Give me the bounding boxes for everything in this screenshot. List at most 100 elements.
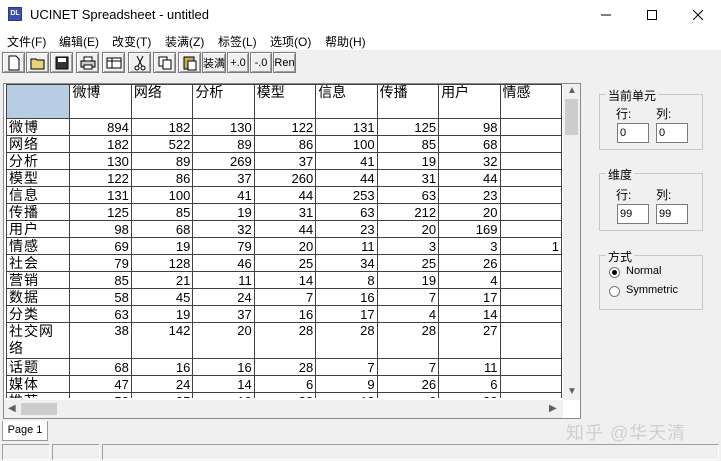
- row-header[interactable]: 分类: [5, 305, 71, 323]
- data-cell[interactable]: 11: [438, 358, 501, 376]
- menu-transform[interactable]: 改变(T): [112, 33, 151, 50]
- current-col-field[interactable]: 0: [656, 123, 688, 143]
- data-cell[interactable]: 41: [315, 152, 378, 170]
- data-cell[interactable]: 32: [438, 392, 501, 398]
- menu-edit[interactable]: 编辑(E): [59, 33, 99, 50]
- data-cell[interactable]: 10: [192, 392, 255, 398]
- data-cell[interactable]: 894: [69, 118, 132, 136]
- data-cell[interactable]: 8: [315, 271, 378, 289]
- data-cell[interactable]: 142: [130, 322, 194, 359]
- row-header[interactable]: 信息: [5, 186, 71, 204]
- data-cell[interactable]: 16: [315, 288, 378, 306]
- data-cell[interactable]: 21: [130, 271, 194, 289]
- data-cell[interactable]: 17: [315, 305, 378, 323]
- data-cell[interactable]: 4: [438, 271, 501, 289]
- scroll-up-icon[interactable]: ▲: [567, 85, 577, 96]
- data-cell[interactable]: 26: [376, 375, 440, 393]
- data-cell[interactable]: 122: [69, 169, 132, 187]
- data-cell[interactable]: [499, 254, 562, 272]
- open-button[interactable]: [26, 52, 49, 73]
- data-cell[interactable]: 212: [376, 203, 440, 221]
- data-cell[interactable]: 19: [376, 271, 440, 289]
- data-cell[interactable]: 34: [315, 254, 378, 272]
- data-cell[interactable]: 7: [315, 358, 378, 376]
- data-cell[interactable]: 182: [69, 135, 132, 153]
- data-cell[interactable]: 125: [376, 118, 440, 136]
- row-header[interactable]: 营销: [5, 271, 71, 289]
- data-cell[interactable]: 11: [315, 237, 378, 255]
- data-cell[interactable]: 25: [253, 254, 317, 272]
- menu-labels[interactable]: 标签(L): [218, 33, 257, 50]
- row-header[interactable]: 用户: [5, 220, 71, 238]
- data-cell[interactable]: 25: [376, 254, 440, 272]
- close-button[interactable]: [675, 0, 721, 30]
- row-header[interactable]: 话题: [5, 358, 71, 376]
- data-cell[interactable]: 23: [315, 220, 378, 238]
- data-cell[interactable]: 7: [376, 288, 440, 306]
- data-cell[interactable]: 44: [253, 220, 317, 238]
- normal-label[interactable]: Normal: [626, 265, 661, 277]
- horizontal-scroll-thumb[interactable]: [21, 403, 57, 415]
- data-cell[interactable]: 16: [253, 305, 317, 323]
- copy-button[interactable]: [153, 52, 176, 73]
- data-cell[interactable]: 86: [130, 169, 194, 187]
- data-cell[interactable]: 130: [69, 152, 132, 170]
- dimensions-row-field[interactable]: 99: [617, 204, 649, 224]
- data-cell[interactable]: 44: [438, 169, 501, 187]
- row-header[interactable]: 传播: [5, 203, 71, 221]
- data-cell[interactable]: 14: [192, 375, 255, 393]
- row-header[interactable]: 微博: [5, 118, 71, 136]
- data-cell[interactable]: 130: [192, 118, 255, 136]
- data-cell[interactable]: 128: [130, 254, 194, 272]
- data-cell[interactable]: 79: [69, 254, 132, 272]
- scroll-right-icon[interactable]: ▶: [549, 403, 557, 414]
- data-cell[interactable]: 24: [192, 288, 255, 306]
- data-cell[interactable]: 46: [192, 254, 255, 272]
- data-cell[interactable]: 20: [253, 237, 317, 255]
- data-cell[interactable]: 98: [69, 220, 132, 238]
- data-cell[interactable]: [499, 118, 562, 136]
- horizontal-scrollbar[interactable]: ◀ ▶: [4, 400, 563, 418]
- data-cell[interactable]: 11: [192, 271, 255, 289]
- menu-fill[interactable]: 装满(Z): [165, 33, 204, 50]
- data-cell[interactable]: 24: [130, 375, 194, 393]
- data-cell[interactable]: 14: [438, 305, 501, 323]
- data-cell[interactable]: 253: [315, 186, 378, 204]
- data-cell[interactable]: 20: [192, 322, 255, 359]
- data-cell[interactable]: 68: [69, 358, 132, 376]
- data-cell[interactable]: 131: [69, 186, 132, 204]
- data-cell[interactable]: 9: [315, 375, 378, 393]
- data-cell[interactable]: 85: [130, 203, 194, 221]
- data-cell[interactable]: 182: [130, 118, 194, 136]
- data-cell[interactable]: 63: [69, 305, 132, 323]
- data-cell[interactable]: 169: [438, 220, 501, 238]
- data-cell[interactable]: 35: [130, 392, 194, 398]
- fill-button[interactable]: 装满: [202, 52, 226, 73]
- data-cell[interactable]: 1: [499, 237, 562, 255]
- column-header[interactable]: 传播: [376, 84, 440, 119]
- data-cell[interactable]: 69: [69, 237, 132, 255]
- data-cell[interactable]: 14: [253, 271, 317, 289]
- grid-view-button[interactable]: [102, 52, 125, 73]
- data-cell[interactable]: 98: [438, 118, 501, 136]
- data-cell[interactable]: 23: [438, 186, 501, 204]
- row-header[interactable]: 网络: [5, 135, 71, 153]
- row-header[interactable]: 数据: [5, 288, 71, 306]
- data-cell[interactable]: 44: [315, 169, 378, 187]
- menu-file[interactable]: 文件(F): [7, 33, 46, 50]
- data-cell[interactable]: 19: [130, 305, 194, 323]
- data-cell[interactable]: 33: [253, 392, 317, 398]
- rename-button[interactable]: Ren: [273, 52, 296, 73]
- symmetric-radio[interactable]: [609, 286, 620, 297]
- data-cell[interactable]: 85: [376, 135, 440, 153]
- column-header[interactable]: 情感: [499, 84, 562, 119]
- data-cell[interactable]: [499, 186, 562, 204]
- row-header[interactable]: 分析: [5, 152, 71, 170]
- data-cell[interactable]: 38: [69, 322, 132, 359]
- column-header[interactable]: 分析: [192, 84, 255, 119]
- menu-options[interactable]: 选项(O): [270, 33, 311, 50]
- data-cell[interactable]: 31: [253, 203, 317, 221]
- data-cell[interactable]: 45: [130, 288, 194, 306]
- data-cell[interactable]: 7: [253, 288, 317, 306]
- print-button[interactable]: [76, 52, 99, 73]
